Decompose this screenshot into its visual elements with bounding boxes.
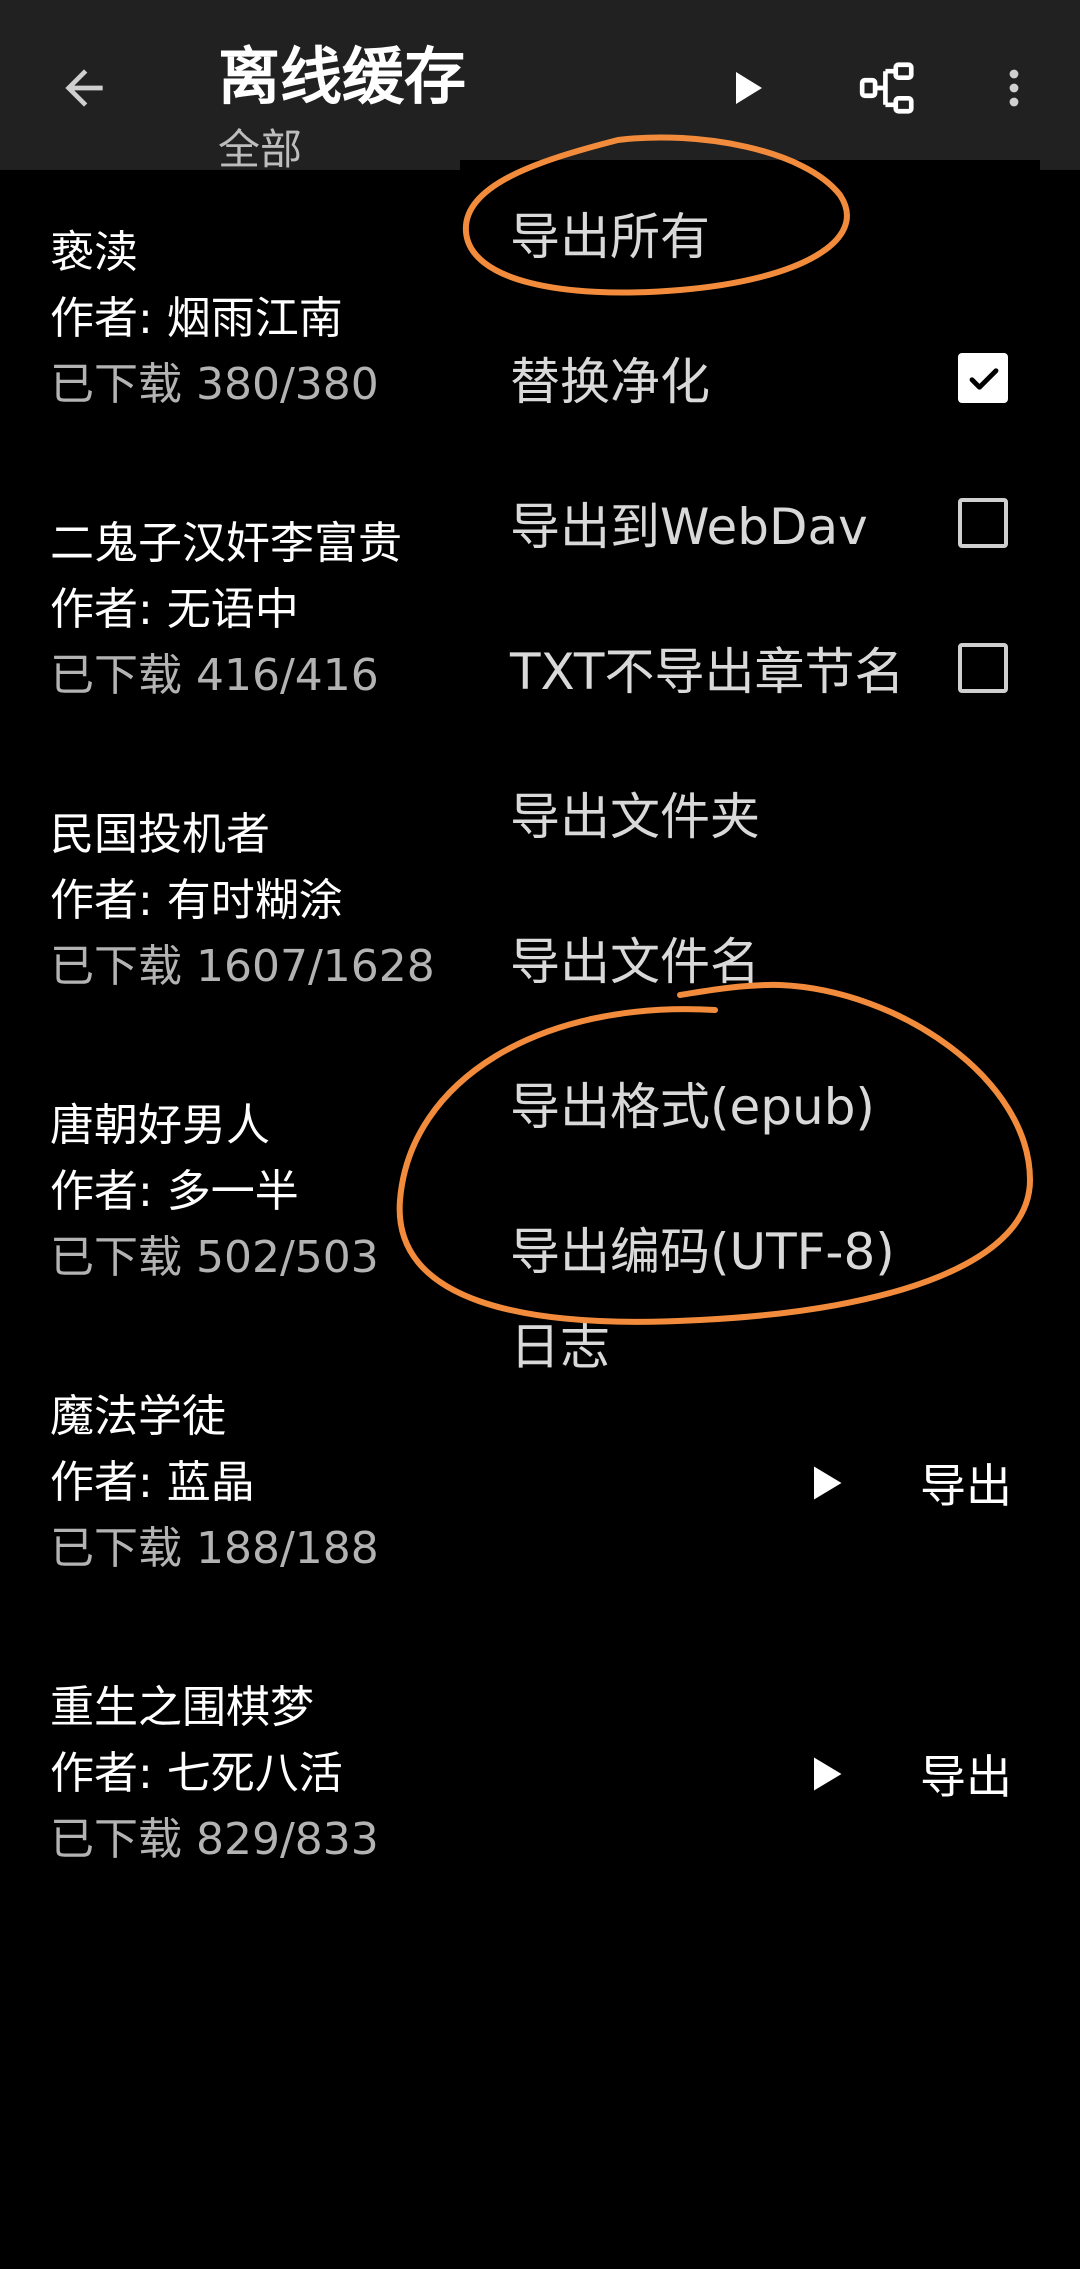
group-button[interactable] [850, 50, 926, 126]
back-button[interactable] [48, 52, 120, 124]
row-actions: 导出 [790, 1438, 1040, 1528]
book-author: 作者: 蓝晶 [50, 1457, 255, 1508]
menu-item-replace-purify[interactable]: 替换净化 [460, 305, 1040, 450]
play-icon [736, 72, 762, 104]
menu-item-label: 导出到WebDav [510, 497, 868, 556]
arrow-back-icon [65, 69, 103, 107]
book-progress: 已下载 380/380 [50, 359, 379, 410]
txt-no-chapter-name-checkbox[interactable] [958, 642, 1008, 693]
replace-purify-checkbox[interactable] [958, 352, 1008, 403]
menu-item-txt-no-chapter-name[interactable]: TXT不导出章节名 [460, 595, 1040, 740]
list-item[interactable]: 重生之围棋梦 作者: 七死八活 已下载 829/833 [50, 1675, 490, 1873]
menu-item-export-webdav[interactable]: 导出到WebDav [460, 450, 1040, 595]
download-button[interactable] [790, 1739, 860, 1809]
book-progress: 已下载 502/503 [50, 1232, 379, 1283]
menu-item-log[interactable]: 日志 [460, 1270, 1040, 1415]
menu-item-label: TXT不导出章节名 [510, 642, 905, 701]
menu-item-label: 导出文件夹 [510, 787, 760, 846]
menu-item-label: 日志 [510, 1317, 610, 1376]
page-subtitle: 全部 [218, 125, 303, 174]
book-title: 重生之围棋梦 [50, 1682, 314, 1733]
menu-item-export-filename[interactable]: 导出文件名 [460, 885, 1040, 1030]
check-icon [969, 367, 999, 390]
book-author: 作者: 七死八活 [50, 1748, 343, 1799]
export-webdav-checkbox[interactable] [958, 497, 1008, 548]
book-progress: 已下载 1607/1628 [50, 941, 435, 992]
book-title: 二鬼子汉奸李富贵 [50, 518, 402, 569]
menu-item-export-all[interactable]: 导出所有 [460, 160, 1040, 305]
menu-item-label: 导出所有 [510, 207, 710, 266]
book-title: 魔法学徒 [50, 1391, 226, 1442]
list-item[interactable]: 魔法学徒 作者: 蓝晶 已下载 188/188 [50, 1384, 490, 1582]
overflow-menu: 导出所有 替换净化 导出到WebDav TXT不导出章节名 导出文件夹 导出文件… [460, 160, 1040, 1420]
list-item[interactable]: 二鬼子汉奸李富贵 作者: 无语中 已下载 416/416 [50, 511, 490, 709]
tree-structure-icon [859, 62, 914, 114]
play-icon [814, 1757, 842, 1791]
play-icon [814, 1466, 842, 1500]
more-vert-icon [1009, 69, 1019, 107]
book-author: 作者: 无语中 [50, 584, 299, 635]
list-item[interactable]: 亵渎 作者: 烟雨江南 已下载 380/380 [50, 220, 490, 418]
download-button[interactable] [790, 1448, 860, 1518]
menu-item-label: 导出文件名 [510, 932, 760, 991]
app-bar: 离线缓存 全部 [0, 0, 1080, 174]
more-options-button[interactable] [976, 50, 1052, 126]
export-button[interactable]: 导出 [920, 1741, 1012, 1807]
book-progress: 已下载 188/188 [50, 1523, 379, 1574]
export-button[interactable]: 导出 [920, 1450, 1012, 1516]
book-author: 作者: 烟雨江南 [50, 293, 343, 344]
book-title: 唐朝好男人 [50, 1100, 270, 1151]
menu-item-label: 替换净化 [510, 352, 710, 411]
book-author: 作者: 有时糊涂 [50, 875, 343, 926]
menu-item-label: 导出格式(epub) [510, 1077, 875, 1136]
page-title: 离线缓存 [218, 40, 467, 113]
book-title: 民国投机者 [50, 809, 270, 860]
book-author: 作者: 多一半 [50, 1166, 299, 1217]
book-progress: 已下载 416/416 [50, 650, 379, 701]
download-all-button[interactable] [708, 50, 784, 126]
list-item[interactable]: 民国投机者 作者: 有时糊涂 已下载 1607/1628 [50, 802, 490, 1000]
row-actions: 导出 [790, 1729, 1040, 1819]
book-title: 亵渎 [50, 227, 138, 278]
list-item[interactable]: 唐朝好男人 作者: 多一半 已下载 502/503 [50, 1093, 490, 1291]
menu-item-export-folder[interactable]: 导出文件夹 [460, 740, 1040, 885]
menu-item-export-format[interactable]: 导出格式(epub) [460, 1030, 1040, 1175]
book-progress: 已下载 829/833 [50, 1814, 379, 1865]
